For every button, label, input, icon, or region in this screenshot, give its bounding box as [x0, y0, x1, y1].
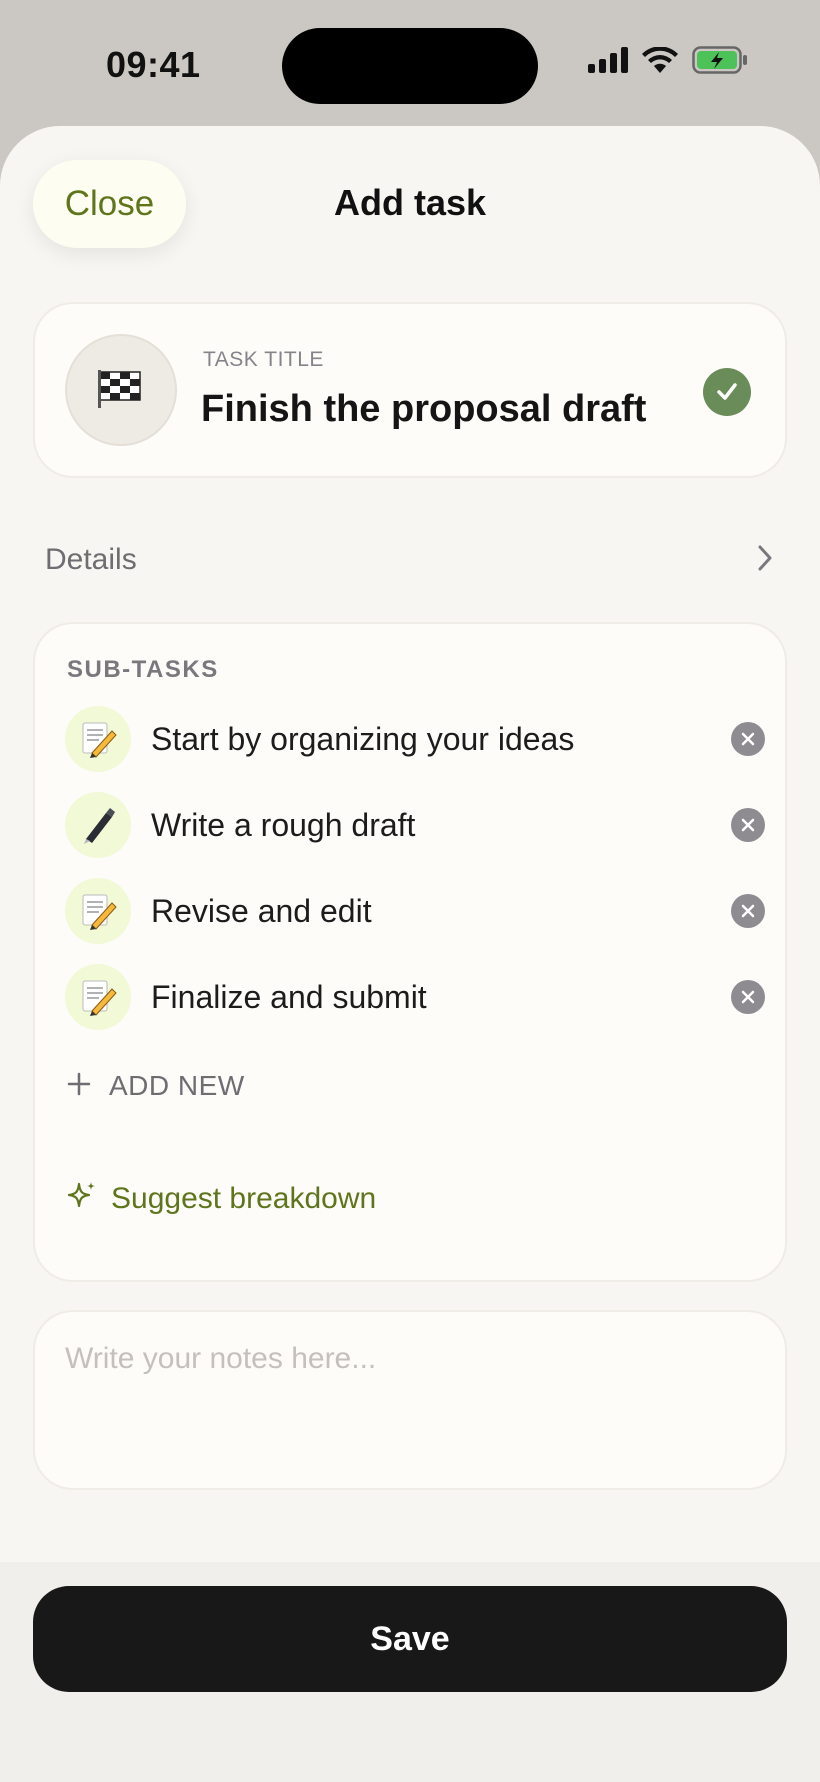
- list-item[interactable]: Write a rough draft: [65, 790, 765, 860]
- remove-subtask-button[interactable]: [731, 894, 765, 928]
- bottom-bar: Save: [0, 1562, 820, 1782]
- task-title-input[interactable]: Finish the proposal draft: [201, 388, 646, 431]
- list-item[interactable]: Finalize and submit: [65, 962, 765, 1032]
- add-subtask-button[interactable]: ADD NEW: [67, 1070, 245, 1102]
- details-label: Details: [45, 543, 137, 576]
- sparkle-icon: [67, 1180, 97, 1217]
- task-title-label: TASK TITLE: [203, 348, 324, 371]
- battery-icon: [692, 46, 748, 79]
- memo-icon: [65, 706, 131, 772]
- list-item[interactable]: Start by organizing your ideas: [65, 704, 765, 774]
- subtasks-card: SUB-TASKS Start by organizing your ideas: [33, 622, 787, 1282]
- subtask-label: Start by organizing your ideas: [151, 720, 575, 757]
- notes-input[interactable]: [65, 1342, 755, 1462]
- save-button[interactable]: Save: [33, 1586, 787, 1692]
- add-new-label: ADD NEW: [109, 1070, 245, 1101]
- dynamic-island: [282, 28, 538, 104]
- subtask-label: Finalize and submit: [151, 978, 427, 1015]
- fountain-pen-icon: [65, 792, 131, 858]
- details-row[interactable]: Details: [45, 530, 775, 590]
- wifi-icon: [642, 46, 678, 78]
- notes-card: [33, 1310, 787, 1490]
- page-title: Add task: [333, 182, 487, 223]
- remove-subtask-button[interactable]: [731, 808, 765, 842]
- status-time: 09:41: [106, 44, 201, 85]
- checkered-flag-icon: [96, 368, 146, 413]
- checkmark-icon: [703, 368, 751, 416]
- status-icons: [588, 46, 748, 79]
- remove-subtask-button[interactable]: [731, 980, 765, 1014]
- memo-icon: [65, 964, 131, 1030]
- chevron-right-icon: [755, 543, 775, 578]
- screen: 09:41 Close Add task TASK TITLE Finish t…: [0, 0, 820, 1782]
- memo-icon: [65, 878, 131, 944]
- suggest-breakdown-button[interactable]: Suggest breakdown: [67, 1180, 376, 1217]
- plus-icon: [67, 1072, 91, 1101]
- signal-icon: [588, 47, 628, 78]
- list-item[interactable]: Revise and edit: [65, 876, 765, 946]
- subtasks-header: SUB-TASKS: [67, 656, 219, 683]
- subtask-label: Write a rough draft: [151, 806, 416, 843]
- status-bar: 09:41: [0, 0, 820, 128]
- remove-subtask-button[interactable]: [731, 722, 765, 756]
- task-emoji-button[interactable]: [65, 334, 177, 446]
- subtask-label: Revise and edit: [151, 892, 372, 929]
- add-task-sheet: Close Add task TASK TITLE Finish the pro…: [0, 126, 820, 1782]
- suggest-breakdown-label: Suggest breakdown: [111, 1181, 377, 1215]
- task-title-card[interactable]: TASK TITLE Finish the proposal draft: [33, 302, 787, 478]
